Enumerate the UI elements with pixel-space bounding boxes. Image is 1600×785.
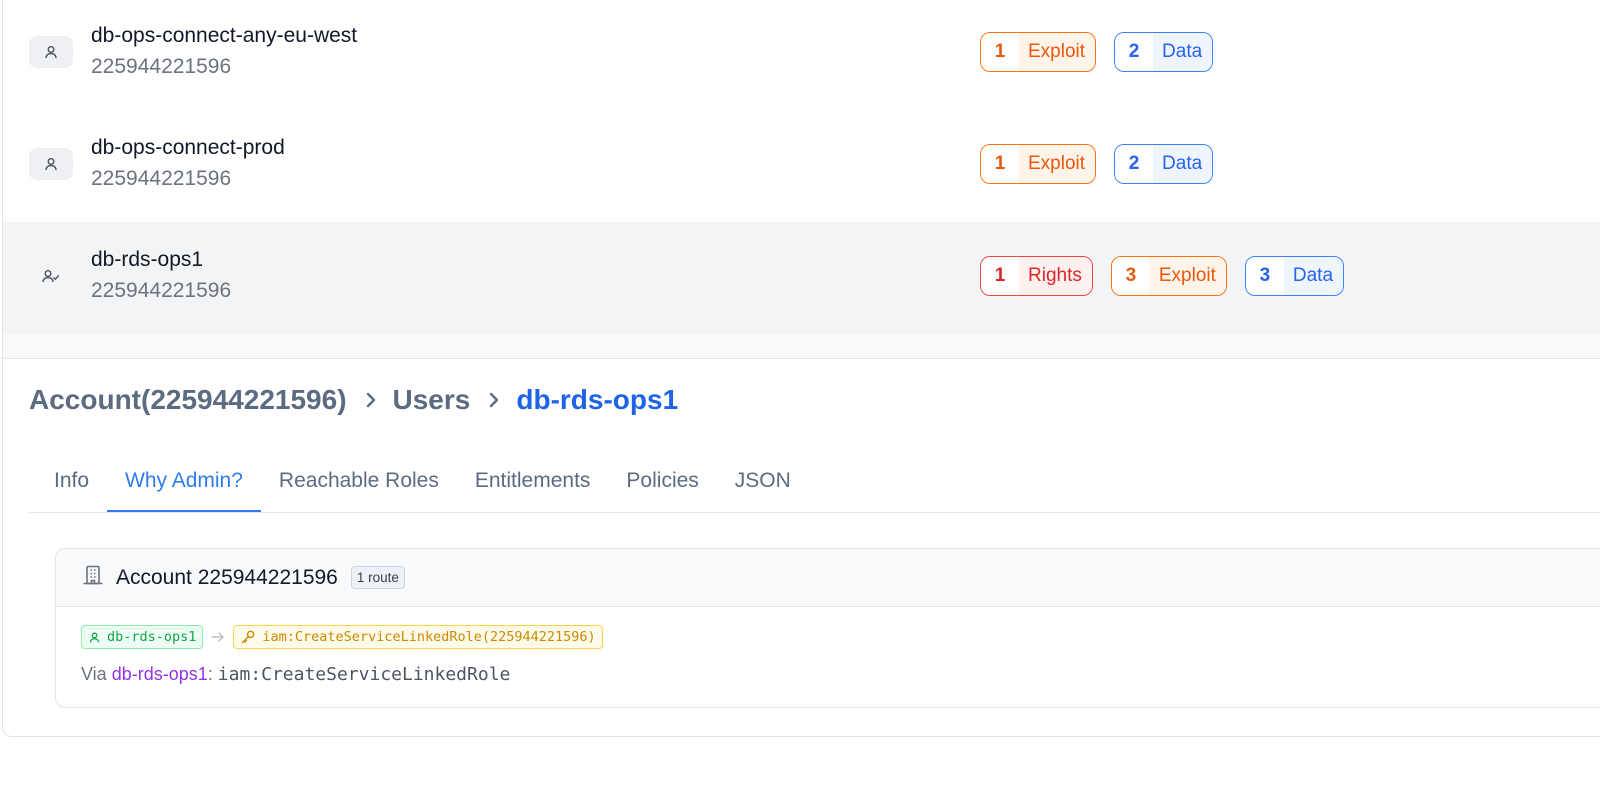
badge-group: 1 Exploit 2 Data [980,144,1214,184]
tab-info[interactable]: Info [29,456,107,512]
route-count-badge: 1 route [350,566,405,589]
badge-label: Exploit [1149,257,1226,295]
via-user-link[interactable]: db-rds-ops1 [112,664,208,684]
badge-label: Exploit [1019,33,1096,71]
tab-json[interactable]: JSON [717,456,809,512]
permission-chip[interactable]: iam:CreateServiceLinkedRole(225944221596… [233,625,603,649]
badge-count: 2 [1115,33,1154,71]
badge-count: 3 [1245,257,1284,295]
route-card-header[interactable]: Account 225944221596 1 route [56,549,1600,607]
data-badge[interactable]: 3 Data [1244,256,1345,296]
user-name: db-rds-ops1 [91,248,204,271]
route-card-title: Account 225944221596 [116,565,338,589]
via-prefix: Via [81,664,112,684]
user-name: db-ops-connect-prod [91,136,285,159]
badge-label: Rights [1019,257,1092,295]
breadcrumb-users[interactable]: Users [393,384,471,416]
arrow-right-icon [211,631,225,643]
user-name: db-ops-connect-any-eu-west [91,24,358,47]
tab-entitlements[interactable]: Entitlements [457,456,609,512]
badge-group: 1 Exploit 2 Data [980,32,1214,72]
building-icon [82,564,104,591]
user-icon [29,36,73,68]
tab-policies[interactable]: Policies [608,456,716,512]
user-icon [29,148,73,180]
tab-reachable-roles[interactable]: Reachable Roles [261,456,457,512]
exploit-badge[interactable]: 3 Exploit [1110,256,1227,296]
chevron-right-icon [365,391,377,409]
source-user-chip[interactable]: db-rds-ops1 [81,625,204,649]
key-icon [241,630,255,644]
rights-badge[interactable]: 1 Rights [980,256,1093,296]
user-account-id: 225944221596 [91,279,232,302]
list-divider [3,334,1600,359]
user-account-id: 225944221596 [91,167,232,190]
user-list-panel: db-ops-connect-any-eu-west 225944221596 … [2,0,1600,737]
user-row[interactable]: db-ops-connect-prod 225944221596 1 Explo… [3,110,1600,223]
badge-label: Exploit [1019,145,1096,183]
exploit-badge[interactable]: 1 Exploit [980,144,1097,184]
via-explanation: Via db-rds-ops1: iam:CreateServiceLinked… [81,664,510,685]
breadcrumb-account[interactable]: Account(225944221596) [29,384,347,416]
data-badge[interactable]: 2 Data [1114,32,1214,72]
data-badge[interactable]: 2 Data [1114,144,1214,184]
exploit-badge[interactable]: 1 Exploit [980,32,1097,72]
via-permission: iam:CreateServiceLinkedRole [217,664,511,685]
tab-why-admin[interactable]: Why Admin? [107,456,261,512]
badge-group: 1 Rights 3 Exploit 3 Data [980,256,1345,296]
user-row[interactable]: db-ops-connect-any-eu-west 225944221596 … [3,0,1600,111]
badge-label: Data [1153,145,1213,183]
badge-count: 3 [1111,257,1150,295]
breadcrumb: Account(225944221596) Users db-rds-ops1 [29,384,678,416]
badge-label: Data [1283,257,1344,295]
user-account-id: 225944221596 [91,55,232,78]
user-check-icon [29,260,73,292]
badge-count: 1 [981,33,1019,71]
chevron-right-icon [488,391,500,409]
source-user-label: db-rds-ops1 [107,629,197,645]
user-row-selected[interactable]: db-rds-ops1 225944221596 1 Rights 3 Expl… [3,222,1600,334]
via-colon: : [207,664,218,684]
permission-label: iam:CreateServiceLinkedRole(225944221596… [262,629,596,645]
badge-count: 2 [1115,145,1154,183]
badge-label: Data [1153,33,1213,71]
breadcrumb-current: db-rds-ops1 [516,384,679,415]
badge-count: 1 [981,145,1019,183]
badge-count: 1 [981,257,1019,295]
route-card: Account 225944221596 1 route db-rds-ops1… [55,548,1600,708]
detail-tabs: Info Why Admin? Reachable Roles Entitlem… [29,456,1600,513]
user-icon [89,632,100,642]
route-path: db-rds-ops1 iam:CreateServiceLinkedRole(… [81,625,603,649]
